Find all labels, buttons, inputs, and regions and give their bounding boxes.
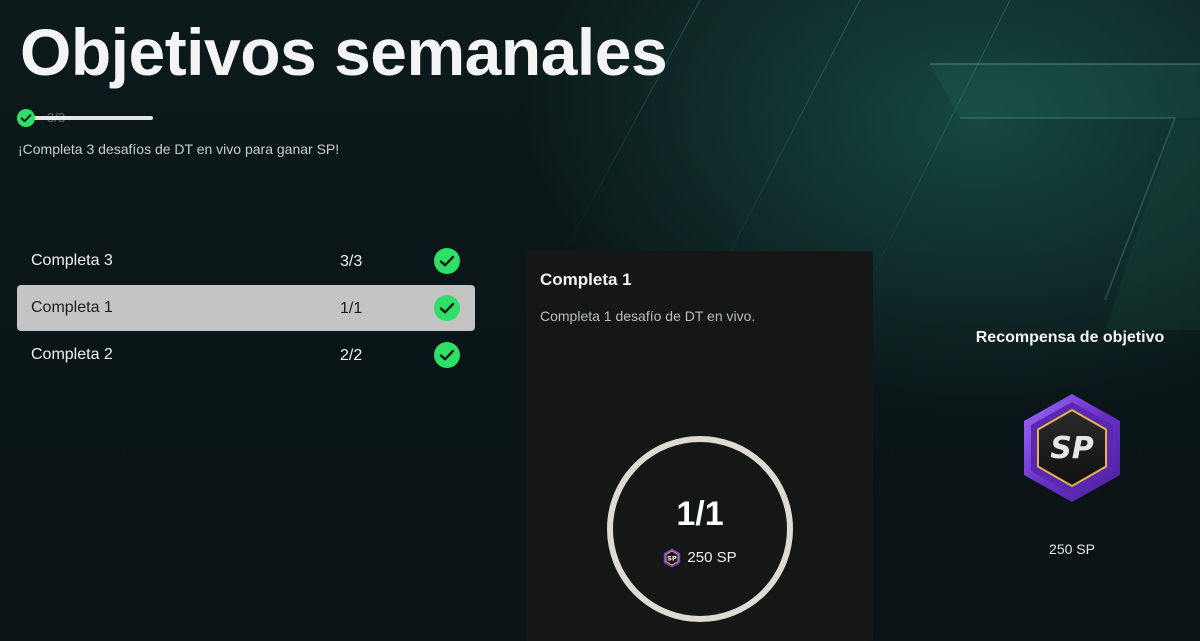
detail-title: Completa 1 bbox=[540, 270, 632, 289]
badge-text: SP bbox=[1050, 431, 1094, 466]
reward-title: Recompensa de objetivo bbox=[975, 329, 1165, 346]
check-circle-icon bbox=[434, 342, 460, 368]
objective-label: Completa 1 bbox=[31, 299, 113, 316]
overall-progress-count: 3/3 bbox=[47, 110, 66, 125]
sp-coin-icon: SP bbox=[664, 548, 681, 568]
page-subtitle: ¡Completa 3 desafíos de DT en vivo para … bbox=[18, 141, 340, 157]
check-circle-icon bbox=[434, 248, 460, 274]
objective-count: 3/3 bbox=[340, 253, 363, 270]
objectives-list: Completa 3 3/3 Completa 1 1/1 Completa 2… bbox=[17, 238, 475, 379]
progress-ring-reward-text: 250 SP bbox=[687, 549, 737, 566]
objective-detail-panel: Completa 1 Completa 1 desafío de DT en v… bbox=[526, 251, 873, 641]
objective-count: 2/2 bbox=[340, 347, 363, 364]
objective-label: Completa 3 bbox=[31, 252, 113, 269]
progress-ring: 1/1 SP 250 SP bbox=[607, 436, 793, 622]
progress-ring-value: 1/1 bbox=[676, 495, 724, 533]
check-circle-icon bbox=[434, 295, 460, 321]
objective-row[interactable]: Completa 2 2/2 bbox=[17, 332, 475, 378]
overall-progress-track bbox=[25, 116, 153, 120]
objective-row[interactable]: Completa 3 3/3 bbox=[17, 238, 475, 284]
objective-label: Completa 2 bbox=[31, 346, 113, 363]
progress-ring-reward: SP 250 SP bbox=[613, 548, 787, 568]
sp-coin-text: SP bbox=[668, 555, 678, 563]
check-circle-icon bbox=[17, 109, 35, 127]
detail-description: Completa 1 desafío de DT en vivo. bbox=[540, 308, 756, 324]
objective-row-selected[interactable]: Completa 1 1/1 bbox=[17, 285, 475, 331]
page-title: Objetivos semanales bbox=[20, 15, 668, 89]
sp-hexagon-badge-icon: SP bbox=[1024, 394, 1120, 502]
objective-count: 1/1 bbox=[340, 300, 363, 317]
reward-amount: 250 SP bbox=[1049, 541, 1095, 557]
overall-progress-bar: 3/3 bbox=[17, 107, 157, 129]
